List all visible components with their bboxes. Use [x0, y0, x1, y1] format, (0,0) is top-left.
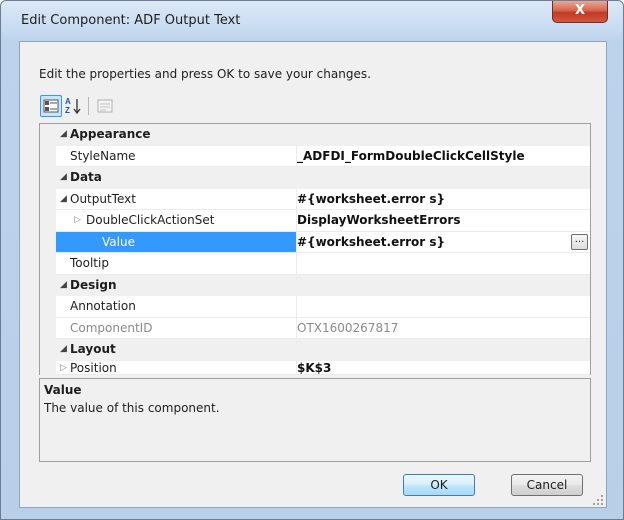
alphabetical-sort-button[interactable]: A Z — [63, 95, 85, 117]
resize-grip-icon[interactable] — [592, 494, 604, 506]
property-row-doubleclickactionset[interactable]: ▷ DoubleClickActionSet DisplayWorksheetE… — [40, 210, 590, 232]
collapse-triangle-icon[interactable]: ◢ — [60, 167, 67, 188]
property-row-componentid[interactable]: ComponentID OTX1600267817 — [40, 317, 590, 339]
collapse-triangle-icon[interactable]: ◢ — [60, 189, 67, 210]
dialog-client-area: Edit the properties and press OK to save… — [19, 41, 607, 508]
property-row-tooltip[interactable]: Tooltip — [40, 253, 590, 275]
close-button[interactable]: X — [552, 1, 608, 23]
categorized-view-icon — [43, 99, 59, 113]
property-value: #{worksheet.error s} — [297, 234, 446, 249]
expand-triangle-icon[interactable]: ▷ — [60, 361, 67, 375]
property-row-annotation[interactable]: Annotation — [40, 296, 590, 318]
row-gutter — [40, 317, 56, 339]
alphabetical-sort-icon: A Z — [65, 97, 81, 115]
title-bar[interactable]: Edit Component: ADF Output Text X — [1, 1, 623, 41]
property-name: Value — [102, 234, 135, 249]
property-value: _ADFDI_FormDoubleClickCellStyle — [297, 148, 525, 163]
ellipsis-button[interactable]: ... — [571, 233, 588, 250]
property-name: Annotation — [70, 299, 136, 313]
property-value-cell[interactable] — [296, 360, 590, 375]
property-value: $K$3 — [297, 360, 332, 375]
property-name: Tooltip — [70, 256, 109, 270]
row-gutter — [40, 210, 56, 232]
property-pages-icon — [97, 99, 113, 113]
property-row-value[interactable]: Value #{worksheet.error s} ... — [40, 231, 590, 253]
dialog-window: Edit Component: ADF Output Text X Edit t… — [0, 0, 624, 520]
close-icon: X — [574, 3, 586, 18]
description-panel: Value The value of this component. — [39, 378, 591, 462]
property-value: OTX1600267817 — [297, 320, 399, 335]
property-pages-button[interactable] — [94, 95, 116, 117]
row-gutter — [40, 360, 56, 375]
property-name: StyleName — [70, 148, 136, 163]
row-gutter — [40, 145, 56, 167]
collapse-triangle-icon[interactable]: ◢ — [60, 275, 67, 296]
property-value-cell[interactable] — [296, 296, 590, 318]
toolbar-separator — [88, 97, 89, 115]
category-data[interactable]: ◢ Data — [40, 167, 590, 189]
property-row-position[interactable]: ▷ Position $K$3 — [40, 360, 590, 375]
category-label: Data — [70, 170, 102, 184]
property-name: OutputText — [70, 191, 136, 206]
property-name-cell[interactable] — [56, 231, 296, 253]
category-label: Layout — [70, 342, 116, 356]
category-appearance[interactable]: ◢ Appearance — [40, 124, 590, 146]
property-name: DoubleClickActionSet — [86, 213, 215, 227]
property-value-cell[interactable] — [296, 253, 590, 275]
category-design[interactable]: ◢ Design — [40, 274, 590, 296]
window-title: Edit Component: ADF Output Text — [21, 13, 241, 28]
property-row-stylename[interactable]: StyleName _ADFDI_FormDoubleClickCellStyl… — [40, 145, 590, 167]
row-gutter — [40, 188, 56, 210]
collapse-triangle-icon[interactable]: ◢ — [60, 339, 67, 360]
category-layout[interactable]: ◢ Layout — [40, 339, 590, 361]
category-label: Appearance — [70, 127, 151, 141]
description-title: Value — [44, 383, 82, 397]
collapse-triangle-icon[interactable]: ◢ — [60, 124, 67, 145]
ok-button[interactable]: OK — [403, 474, 475, 496]
instruction-text: Edit the properties and press OK to save… — [39, 67, 371, 81]
svg-text:Z: Z — [65, 106, 70, 115]
category-label: Design — [70, 277, 117, 292]
property-value: DisplayWorksheetErrors — [297, 213, 461, 227]
property-value: #{worksheet.error s} — [297, 191, 446, 206]
expand-triangle-icon[interactable]: ▷ — [74, 210, 81, 231]
row-gutter — [40, 296, 56, 318]
property-name: Position — [70, 360, 117, 375]
property-grid[interactable]: ◢ Appearance StyleName _ADFDI_FormDouble… — [39, 123, 591, 375]
row-gutter — [40, 231, 56, 253]
row-gutter — [40, 253, 56, 275]
cancel-button[interactable]: Cancel — [511, 474, 583, 496]
categorized-view-button[interactable] — [40, 95, 62, 117]
svg-text:A: A — [65, 97, 71, 106]
property-row-outputtext[interactable]: ◢ OutputText #{worksheet.error s} — [40, 188, 590, 210]
property-name: ComponentID — [70, 320, 153, 335]
description-text: The value of this component. — [44, 401, 220, 415]
